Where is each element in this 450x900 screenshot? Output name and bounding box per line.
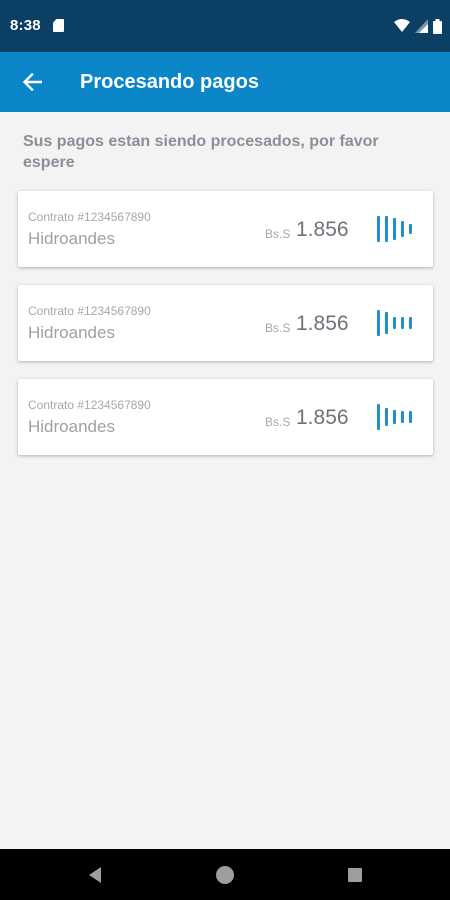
- back-triangle-icon: [89, 867, 101, 883]
- app-bar: Procesando pagos: [0, 52, 450, 112]
- currency-label: Bs.S: [265, 321, 291, 335]
- home-circle-icon: [216, 866, 234, 884]
- nav-recents-button[interactable]: [341, 861, 369, 889]
- nav-home-button[interactable]: [211, 861, 239, 889]
- cellular-signal-icon: [415, 19, 428, 33]
- processing-loader-icon: [377, 309, 417, 337]
- payment-card[interactable]: Contrato #1234567890 Hidroandes Bs.S 1.8…: [18, 285, 433, 361]
- contract-number: Contrato #1234567890: [28, 398, 151, 412]
- battery-icon: [433, 18, 442, 34]
- processing-message: Sus pagos estan siendo procesados, por f…: [23, 133, 379, 171]
- back-button[interactable]: [14, 64, 50, 100]
- processing-loader-icon: [377, 215, 417, 243]
- system-navigation-bar: [0, 849, 450, 900]
- contract-number: Contrato #1234567890: [28, 304, 151, 318]
- company-name: Hidroandes: [28, 417, 115, 436]
- nav-back-button[interactable]: [81, 861, 109, 889]
- status-time: 8:38: [10, 17, 41, 34]
- processing-loader-icon: [377, 403, 417, 431]
- page-title: Procesando pagos: [80, 71, 259, 93]
- company-name: Hidroandes: [28, 229, 115, 248]
- contract-number: Contrato #1234567890: [28, 210, 151, 224]
- payment-amount: 1.856: [296, 312, 349, 335]
- payment-card[interactable]: Contrato #1234567890 Hidroandes Bs.S 1.8…: [18, 379, 433, 455]
- currency-label: Bs.S: [265, 415, 291, 429]
- payment-card[interactable]: Contrato #1234567890 Hidroandes Bs.S 1.8…: [18, 191, 433, 267]
- status-bar: 8:38: [0, 0, 450, 52]
- currency-label: Bs.S: [265, 227, 291, 241]
- sd-card-icon: [53, 19, 64, 32]
- company-name: Hidroandes: [28, 323, 115, 342]
- recents-square-icon: [348, 868, 362, 882]
- payment-amount: 1.856: [296, 218, 349, 241]
- arrow-left-icon: [22, 73, 42, 91]
- payment-amount: 1.856: [296, 406, 349, 429]
- wifi-icon: [394, 19, 410, 32]
- status-icons: [394, 17, 442, 35]
